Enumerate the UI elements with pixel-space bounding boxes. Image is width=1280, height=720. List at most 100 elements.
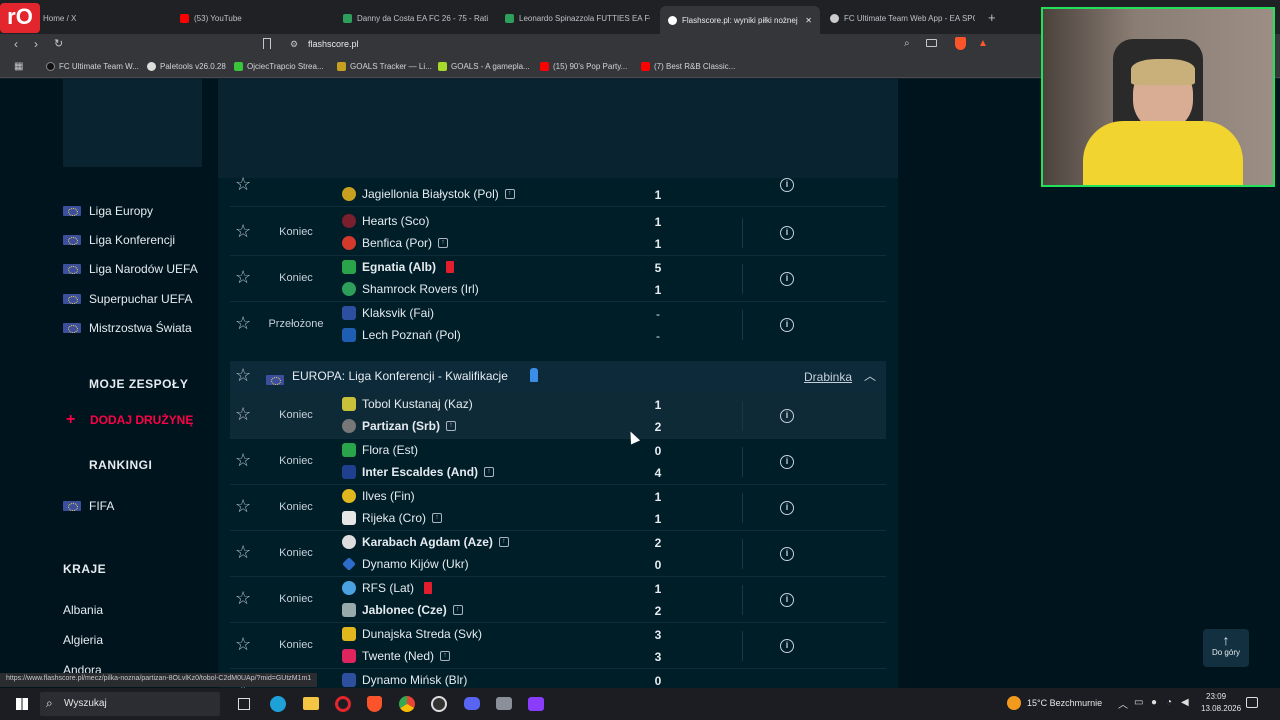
tab-danny-da-costa[interactable]: Danny da Costa EA FC 26 - 75 - Ratin <box>343 8 488 28</box>
info-icon[interactable]: i <box>780 318 794 332</box>
info-icon[interactable]: i <box>780 409 794 423</box>
info-icon[interactable]: i <box>780 547 794 561</box>
info-icon[interactable]: i <box>780 639 794 653</box>
notifications-icon[interactable] <box>1246 697 1258 708</box>
external-link-icon[interactable]: ↑ <box>484 467 495 477</box>
url-field[interactable]: flashscore.pl <box>308 39 359 49</box>
video-editor-icon[interactable] <box>528 697 544 711</box>
match-row[interactable]: ☆ Koniec Karabach Agdam (Aze) ↑ Dynamo Ki… <box>230 531 886 577</box>
site-settings-icon[interactable]: ⚙ <box>290 39 298 50</box>
sidebar-item-liga-europy[interactable]: Liga Europy <box>63 204 153 218</box>
tray-volume-icon[interactable]: ◀ <box>1181 697 1189 708</box>
tab-youtube[interactable]: (53) YouTube <box>180 8 330 28</box>
match-row[interactable]: ☆ Jagiellonia Białystok (Pol) ↑ 1 i <box>230 174 886 207</box>
explorer-icon[interactable] <box>303 697 319 710</box>
bookmark-goals-tracker[interactable]: GOALS Tracker — Li... <box>337 62 432 71</box>
brave-shield-icon[interactable] <box>955 37 966 50</box>
game-icon[interactable] <box>496 697 512 710</box>
zoom-icon[interactable]: ⌕ <box>904 38 910 49</box>
task-view-icon[interactable] <box>238 698 250 710</box>
cast-icon[interactable] <box>926 39 937 47</box>
weather-text[interactable]: 15°C Bezchmurnie <box>1027 698 1102 708</box>
sidebar-item-fifa[interactable]: FIFA <box>63 499 114 513</box>
sidebar-item-superpuchar[interactable]: Superpuchar UEFA <box>63 292 192 306</box>
info-icon[interactable]: i <box>780 226 794 240</box>
new-tab-icon[interactable]: + <box>988 10 996 25</box>
start-icon[interactable] <box>16 698 28 710</box>
apps-icon[interactable]: ▦ <box>14 61 23 72</box>
bookmark-fc-web-app[interactable]: FC Ultimate Team W... <box>46 62 139 71</box>
star-icon[interactable]: ☆ <box>235 588 251 609</box>
info-icon[interactable]: i <box>780 455 794 469</box>
tab-home-x[interactable]: Home / X <box>43 8 163 28</box>
sidebar-item-mistrzostwa-swiata[interactable]: Mistrzostwa Świata <box>63 321 192 335</box>
external-link-icon[interactable]: ↑ <box>446 421 457 431</box>
match-row[interactable]: ☆ Dynamo Mińsk (Blr) 0 <box>230 669 886 688</box>
info-icon[interactable]: i <box>780 178 794 192</box>
star-icon[interactable]: ☆ <box>235 542 251 563</box>
match-row[interactable]: ☆ Koniec Hearts (Sco) Benfica (Por) ↑ 1 1… <box>230 210 886 256</box>
chrome-icon[interactable] <box>399 696 415 712</box>
close-tab-icon[interactable]: ✕ <box>805 16 812 25</box>
reload-icon[interactable]: ↻ <box>54 37 63 50</box>
obs-icon[interactable] <box>431 696 447 712</box>
match-row[interactable]: ☆ Koniec Dunajska Streda (Svk) Twente (N… <box>230 623 886 669</box>
sidebar-item-liga-konferencji[interactable]: Liga Konferencji <box>63 233 175 247</box>
league-title[interactable]: EUROPA: Liga Konferencji - Kwalifikacje <box>292 369 508 383</box>
tray-chevron-icon[interactable]: ︿ <box>1118 696 1128 711</box>
match-row[interactable]: ☆ Koniec Flora (Est) Inter Escaldes (And… <box>230 439 886 485</box>
external-link-icon[interactable]: ↑ <box>440 651 451 661</box>
scroll-top-button[interactable]: ↑ Do góry <box>1203 629 1249 667</box>
bookmark-goals-gameplay[interactable]: GOALS - A gamepla... <box>438 62 530 71</box>
bookmark-rnb-classics[interactable]: (7) Best R&B Classic... <box>641 62 735 71</box>
info-icon[interactable]: i <box>780 272 794 286</box>
star-icon[interactable]: ☆ <box>235 174 251 195</box>
match-row[interactable]: ☆ Koniec Egnatia (Alb) Shamrock Rovers (… <box>230 256 886 302</box>
add-team-link[interactable]: + DODAJ DRUŻYNĘ <box>66 411 193 429</box>
external-link-icon[interactable]: ↑ <box>452 605 463 615</box>
tray-mic-icon[interactable]: ● <box>1151 697 1157 708</box>
pin-icon[interactable] <box>530 368 538 382</box>
clock-date[interactable]: 13.08.2026 <box>1201 704 1241 713</box>
forward-icon[interactable]: › <box>34 37 38 51</box>
tray-network-icon[interactable]: ▭ <box>1134 697 1143 708</box>
brave-icon[interactable] <box>367 696 382 712</box>
bookmark-ojciectrapcio[interactable]: OjciecTrapcio Strea... <box>234 62 324 71</box>
discord-icon[interactable] <box>464 697 480 710</box>
external-link-icon[interactable]: ↑ <box>498 537 509 547</box>
star-icon[interactable]: ☆ <box>235 313 251 334</box>
clock-time[interactable]: 23:09 <box>1206 692 1226 701</box>
tab-flashscore[interactable]: Flashscore.pl: wyniki piłki nożnej ✕ <box>660 6 820 34</box>
star-icon[interactable]: ☆ <box>235 634 251 655</box>
star-icon[interactable]: ☆ <box>235 365 251 386</box>
info-icon[interactable]: i <box>780 501 794 515</box>
external-link-icon[interactable]: ↑ <box>504 189 515 199</box>
match-row[interactable]: ☆ Koniec Tobol Kustanaj (Kaz) Partizan (… <box>230 393 886 439</box>
star-icon[interactable]: ☆ <box>235 496 251 517</box>
chevron-up-icon[interactable]: ︿ <box>864 367 876 384</box>
country-albania[interactable]: Albania <box>63 603 103 617</box>
star-icon[interactable]: ☆ <box>235 221 251 242</box>
star-icon[interactable]: ☆ <box>235 404 251 425</box>
sidebar-item-liga-narodow[interactable]: Liga Narodów UEFA <box>63 262 198 276</box>
opera-icon[interactable] <box>335 696 351 712</box>
bookmark-90s-pop[interactable]: (15) 90's Pop Party... <box>540 62 627 71</box>
match-row[interactable]: ☆ Koniec Ilves (Fin) Rijeka (Cro) ↑ 1 1 i <box>230 485 886 531</box>
external-link-icon[interactable]: ↑ <box>438 238 449 248</box>
search-box[interactable]: ⌕ Wyszukaj <box>40 692 220 716</box>
edge-icon[interactable] <box>270 696 286 712</box>
country-algieria[interactable]: Algieria <box>63 633 103 647</box>
back-icon[interactable]: ‹ <box>14 37 18 51</box>
tab-leonardo-spinazzola[interactable]: Leonardo Spinazzola FUTTIES EA FC <box>505 8 650 28</box>
bookmark-page-icon[interactable] <box>263 38 271 49</box>
info-icon[interactable]: i <box>780 593 794 607</box>
brave-rewards-icon[interactable]: ▲ <box>978 38 988 49</box>
tab-fc-web-app[interactable]: FC Ultimate Team Web App - EA SPO <box>830 8 975 28</box>
tray-wifi-icon[interactable]: ◔ <box>1166 697 1172 708</box>
bracket-link[interactable]: Drabinka <box>804 370 852 384</box>
star-icon[interactable]: ☆ <box>235 267 251 288</box>
star-icon[interactable]: ☆ <box>235 450 251 471</box>
external-link-icon[interactable]: ↑ <box>432 513 443 523</box>
match-row[interactable]: ☆ Koniec RFS (Lat) Jablonec (Cze) ↑ 1 2 i <box>230 577 886 623</box>
bookmark-paletools[interactable]: Paletools v26.0.28 <box>147 62 226 71</box>
